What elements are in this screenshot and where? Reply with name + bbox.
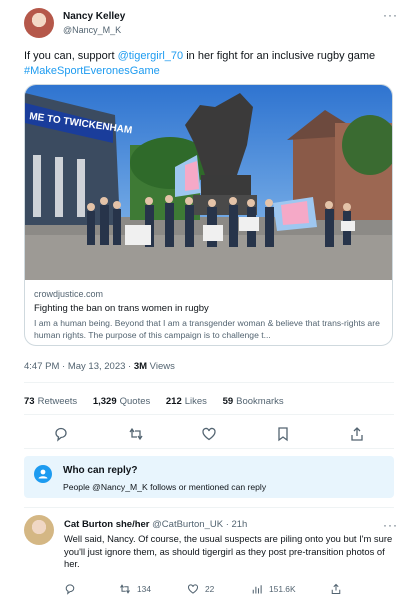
bookmarks-stat[interactable]: 59 Bookmarks: [223, 396, 284, 407]
more-options-icon[interactable]: ···: [383, 8, 398, 22]
reply-text: Well said, Nancy. Of course, the usual s…: [64, 533, 393, 569]
tweet-text-pre: If you can, support: [24, 50, 118, 62]
tweet-meta: 4:47 PM · May 13, 2023 · 3M Views: [24, 361, 175, 372]
who-can-reply-subtitle: People @Nancy_M_K follows or mentioned c…: [63, 482, 267, 492]
reply-share-action[interactable]: [330, 583, 342, 595]
views-icon: [252, 585, 262, 594]
reply-icon[interactable]: [64, 583, 76, 595]
reply-reply-action[interactable]: [64, 583, 76, 595]
reply-author-name[interactable]: Cat Burton she/her: [64, 519, 150, 530]
tweet-text-post: in her fight for an inclusive rugby game: [183, 50, 376, 62]
hashtag-link[interactable]: #MakeSportEveronesGame: [24, 65, 160, 77]
reply-retweet-action[interactable]: 134: [119, 583, 151, 595]
like-icon[interactable]: [201, 426, 217, 442]
bookmark-icon[interactable]: [275, 426, 291, 442]
divider: [24, 382, 394, 383]
engagement-stats: 73 Retweets 1,329 Quotes 212 Likes 59 Bookma…: [24, 396, 297, 407]
tweet-timestamp[interactable]: 4:47 PM · May 13, 2023 ·: [24, 361, 134, 372]
card-description: I am a human being. Beyond that I am a t…: [34, 318, 380, 340]
card-domain: crowdjustice.com: [34, 289, 104, 299]
card-image: ME TO TWICKENHAM: [25, 85, 392, 280]
retweet-icon[interactable]: [128, 426, 144, 442]
share-icon[interactable]: [349, 426, 365, 442]
reply-like-action[interactable]: 22: [187, 583, 214, 595]
reply-icon[interactable]: [53, 426, 69, 442]
author-handle[interactable]: @Nancy_M_K: [63, 25, 121, 35]
reply-header: Cat Burton she/her @CatBurton_UK · 21h: [64, 519, 247, 530]
like-icon: [187, 584, 199, 594]
mention-link[interactable]: @tigergirl_70: [118, 50, 184, 62]
author-avatar[interactable]: [24, 8, 54, 38]
people-icon: [34, 465, 52, 483]
link-card[interactable]: ME TO TWICKENHAM crowdjustice.com Fighti…: [24, 84, 393, 346]
who-can-reply-box: Who can reply? People @Nancy_M_K follows…: [24, 456, 394, 498]
reply-more-icon[interactable]: ···: [383, 518, 398, 532]
reply-retweet-count: 134: [137, 584, 151, 594]
reply-views-action[interactable]: 151.6K: [251, 583, 296, 595]
retweets-stat[interactable]: 73 Retweets: [24, 396, 77, 407]
reply-author-meta: @CatBurton_UK · 21h: [149, 519, 248, 530]
views-count: 3M: [133, 361, 148, 372]
likes-stat[interactable]: 212 Likes: [166, 396, 207, 407]
reply-like-count: 22: [205, 584, 215, 594]
divider: [24, 414, 394, 415]
views-label: Views: [147, 361, 175, 372]
divider: [24, 507, 394, 508]
quotes-stat[interactable]: 1,329 Quotes: [93, 396, 150, 407]
share-icon: [331, 583, 341, 595]
reply-author-avatar[interactable]: [24, 515, 54, 545]
tweet-text: If you can, support @tigergirl_70 in her…: [24, 49, 394, 79]
reply-views-count: 151.6K: [269, 584, 296, 594]
retweet-icon: [120, 584, 130, 594]
card-title: Fighting the ban on trans women in rugby: [34, 303, 209, 314]
divider: [24, 448, 394, 449]
author-name[interactable]: Nancy Kelley: [63, 11, 125, 22]
who-can-reply-title: Who can reply?: [63, 465, 138, 476]
